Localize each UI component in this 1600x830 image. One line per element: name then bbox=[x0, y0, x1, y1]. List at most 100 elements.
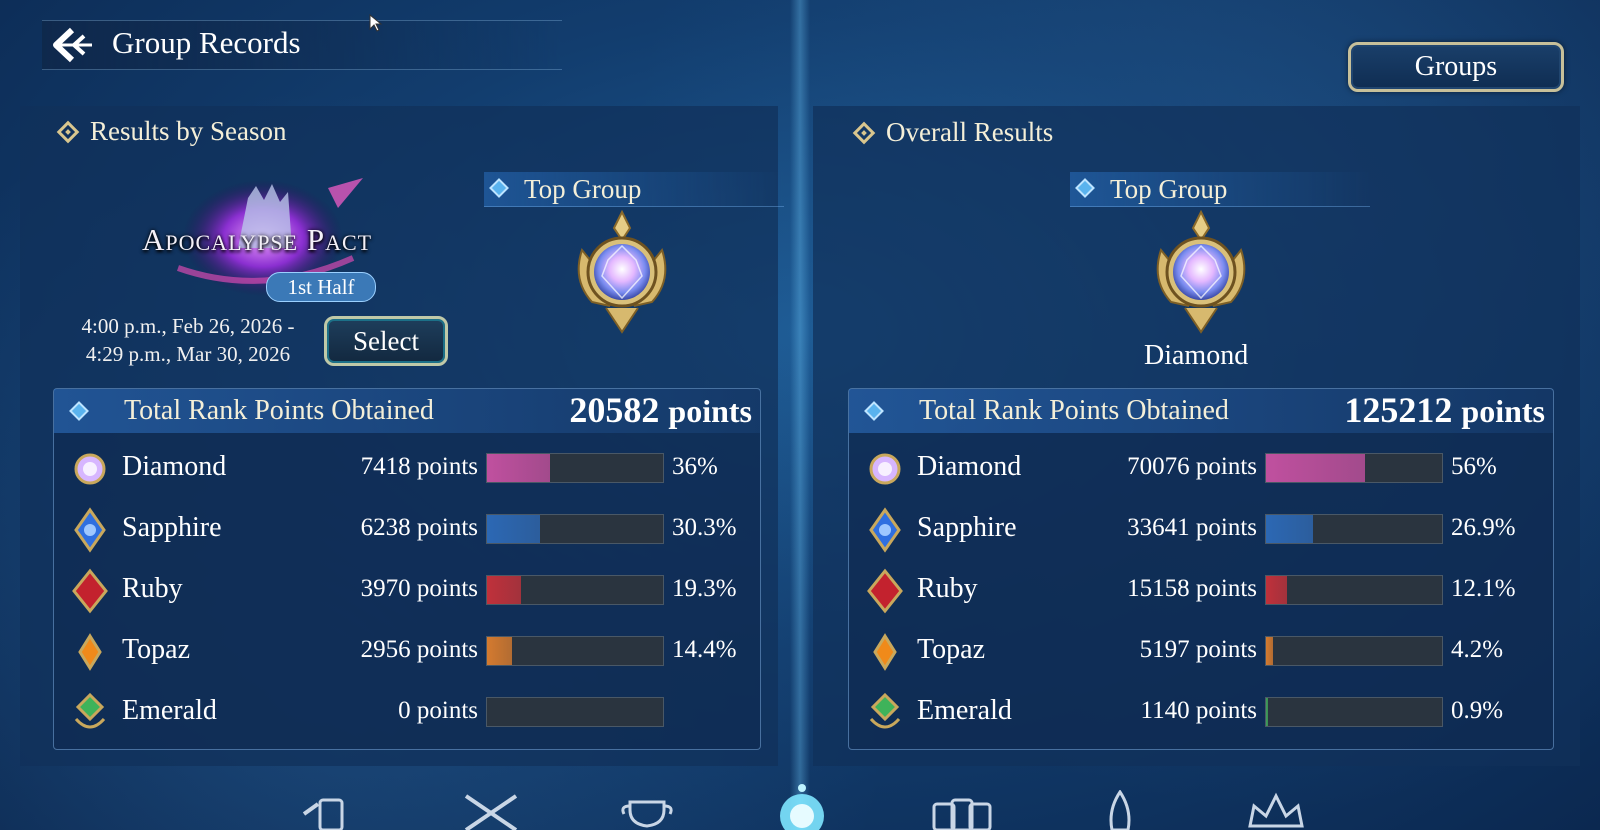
rank-progress-fill bbox=[1266, 698, 1268, 726]
rank-progress-fill bbox=[1266, 576, 1288, 604]
rank-progress-fill bbox=[487, 454, 551, 482]
rank-percent: 30.3% bbox=[672, 514, 737, 541]
diamond-bullet-icon bbox=[852, 121, 876, 144]
rank-percent: 4.2% bbox=[1451, 636, 1504, 663]
card-deck-icon[interactable] bbox=[928, 790, 994, 830]
rank-name: Sapphire bbox=[917, 512, 1017, 543]
rank-row-sapphire: Sapphire 6238 points 30.3% bbox=[54, 500, 760, 556]
rank-points: 6238 points bbox=[360, 514, 478, 541]
crown-icon[interactable] bbox=[1244, 790, 1308, 830]
rank-name: Topaz bbox=[917, 634, 986, 665]
select-season-button[interactable]: Select bbox=[324, 316, 448, 366]
rank-progress-bar bbox=[486, 636, 664, 666]
rank-progress-bar bbox=[486, 575, 664, 605]
rank-percent: 26.9% bbox=[1451, 514, 1516, 541]
total-rank-points-value: 20582 points bbox=[569, 389, 752, 431]
rank-points: 1140 points bbox=[1140, 697, 1257, 724]
top-group-text: Top Group bbox=[524, 173, 642, 204]
season-logo-title: Apocalypse Pact bbox=[142, 222, 373, 257]
season-logo: Apocalypse Pact 1st Half bbox=[138, 178, 388, 302]
season-date-end: 4:29 p.m., Mar 30, 2026 bbox=[85, 342, 291, 366]
center-divider bbox=[790, 0, 810, 830]
groups-button[interactable]: Groups bbox=[1348, 42, 1564, 92]
mouse-cursor-icon bbox=[369, 14, 383, 32]
total-rank-points-value: 125212 points bbox=[1344, 389, 1545, 431]
top-group-label-season: Top Group bbox=[484, 172, 784, 207]
total-points-unit: points bbox=[1461, 393, 1545, 429]
rank-points: 0 points bbox=[398, 697, 478, 724]
ruby-gem-icon bbox=[72, 568, 108, 614]
rank-points: 3970 points bbox=[360, 575, 478, 602]
rank-progress-bar bbox=[1265, 575, 1443, 605]
rank-progress-bar bbox=[1265, 453, 1443, 483]
rank-progress-fill bbox=[1266, 515, 1314, 543]
blue-diamond-icon bbox=[489, 178, 509, 198]
season-total-header: Total Rank Points Obtained 20582 points bbox=[54, 389, 760, 433]
total-points-number: 20582 bbox=[569, 390, 660, 430]
rank-points: 15158 points bbox=[1127, 575, 1257, 602]
trophy-icon[interactable] bbox=[618, 790, 676, 830]
rank-points: 5197 points bbox=[1139, 636, 1257, 663]
season-rank-points-table: Total Rank Points Obtained 20582 points … bbox=[53, 388, 761, 750]
rank-progress-fill bbox=[487, 515, 541, 543]
rank-row-sapphire: Sapphire 33641 points 26.9% bbox=[849, 500, 1553, 556]
diamond-rank-emblem-icon bbox=[577, 210, 667, 334]
rank-points: 2956 points bbox=[360, 636, 478, 663]
emerald-gem-icon bbox=[74, 692, 106, 729]
topaz-gem-icon bbox=[78, 633, 102, 671]
rank-row-emerald: Emerald 1140 points 0.9% bbox=[849, 683, 1553, 739]
season-date-start: 4:00 p.m., Feb 26, 2026 - bbox=[81, 314, 295, 338]
rank-percent: 14.4% bbox=[672, 636, 737, 663]
season-half-badge: 1st Half bbox=[266, 272, 376, 302]
rank-progress-bar bbox=[486, 514, 664, 544]
rank-progress-fill bbox=[487, 637, 513, 665]
total-points-unit: points bbox=[668, 393, 752, 429]
sapphire-gem-icon bbox=[74, 507, 106, 553]
section-title-overall: Overall Results bbox=[852, 117, 1054, 148]
rank-name: Topaz bbox=[122, 634, 191, 665]
back-button[interactable] bbox=[50, 26, 94, 64]
bottom-navigation bbox=[0, 770, 1600, 830]
crystal-icon[interactable] bbox=[766, 780, 838, 830]
rank-progress-fill bbox=[1266, 637, 1274, 665]
top-group-rank-name: Diamond bbox=[1144, 340, 1249, 371]
rank-name: Diamond bbox=[917, 451, 1022, 482]
rank-percent: 36% bbox=[672, 453, 718, 480]
rank-row-topaz: Topaz 5197 points 4.2% bbox=[849, 622, 1553, 678]
sapphire-gem-icon bbox=[869, 507, 901, 553]
rank-percent: 12.1% bbox=[1451, 575, 1516, 602]
rank-progress-fill bbox=[1266, 454, 1365, 482]
rank-percent: 19.3% bbox=[672, 575, 737, 602]
rank-name: Emerald bbox=[122, 695, 217, 726]
total-rank-points-label: Total Rank Points Obtained bbox=[124, 395, 434, 426]
rank-progress-bar bbox=[1265, 514, 1443, 544]
topaz-gem-icon bbox=[873, 633, 897, 671]
rank-name: Sapphire bbox=[122, 512, 222, 543]
rank-row-diamond: Diamond 7418 points 36% bbox=[54, 439, 760, 495]
rank-row-topaz: Topaz 2956 points 14.4% bbox=[54, 622, 760, 678]
rank-points: 70076 points bbox=[1127, 453, 1257, 480]
rank-progress-bar bbox=[486, 697, 664, 727]
blue-diamond-icon bbox=[864, 401, 884, 421]
overall-rank-points-table: Total Rank Points Obtained 125212 points… bbox=[848, 388, 1554, 750]
rank-row-ruby: Ruby 15158 points 12.1% bbox=[849, 561, 1553, 617]
diamond-gem-icon bbox=[74, 453, 106, 485]
rank-name: Emerald bbox=[917, 695, 1012, 726]
section-title-season: Results by Season bbox=[56, 116, 287, 147]
diamond-rank-emblem-icon bbox=[1156, 210, 1246, 334]
spire-icon[interactable] bbox=[1102, 790, 1138, 830]
section-title-text: Overall Results bbox=[886, 117, 1054, 147]
page-title: Group Records bbox=[112, 25, 301, 60]
top-group-label-overall: Top Group bbox=[1070, 172, 1370, 207]
cards-icon[interactable] bbox=[300, 790, 362, 830]
diamond-gem-icon bbox=[869, 453, 901, 485]
diamond-bullet-icon bbox=[56, 120, 80, 143]
rank-points: 33641 points bbox=[1127, 514, 1257, 541]
season-date-range: 4:00 p.m., Feb 26, 2026 - 4:29 p.m., Mar… bbox=[70, 312, 306, 368]
rank-progress-fill bbox=[487, 576, 521, 604]
section-title-text: Results by Season bbox=[90, 116, 287, 146]
rank-name: Diamond bbox=[122, 451, 227, 482]
emerald-gem-icon bbox=[869, 692, 901, 729]
crossed-swords-icon[interactable] bbox=[462, 790, 520, 830]
overall-total-header: Total Rank Points Obtained 125212 points bbox=[849, 389, 1553, 433]
